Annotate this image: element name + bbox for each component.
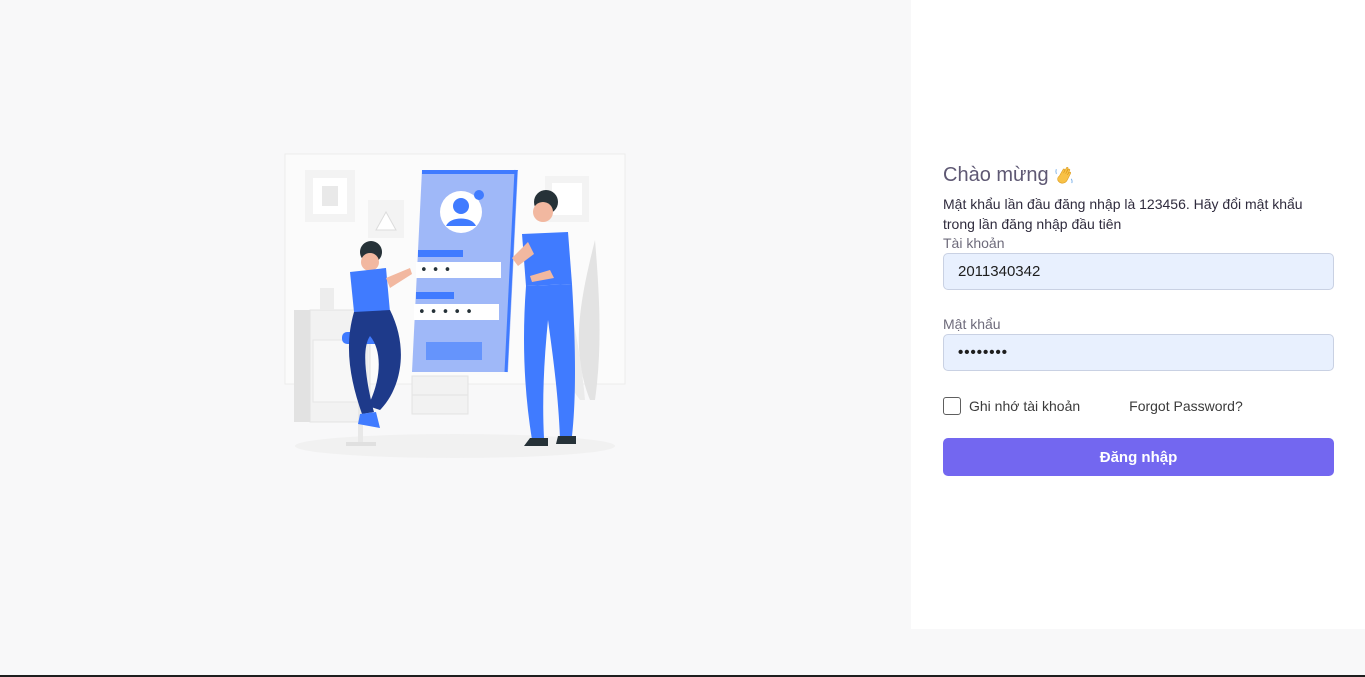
account-value: 2011340342 [958, 263, 1041, 280]
remember-checkbox[interactable] [943, 397, 961, 415]
password-label: Mật khẩu [943, 316, 1001, 332]
forgot-password-link[interactable]: Forgot Password? [1129, 398, 1243, 414]
login-form: Chào mừng Mật khẩu lần đầu đăng nhập là … [943, 162, 1334, 476]
illustration-pane: • • • • • • • • [0, 0, 911, 677]
password-value: •••••••• [958, 344, 1009, 361]
password-input[interactable]: •••••••• [943, 334, 1334, 371]
account-input[interactable]: 2011340342 [943, 253, 1334, 290]
login-button[interactable]: Đăng nhập [943, 438, 1334, 476]
login-panel: Chào mừng Mật khẩu lần đầu đăng nhập là … [911, 0, 1365, 629]
password-dots: • • • • • [418, 305, 473, 320]
remember-label[interactable]: Ghi nhớ tài khoản [969, 398, 1080, 414]
welcome-title: Chào mừng [943, 163, 1049, 186]
pin-dots: • • • [420, 263, 451, 278]
login-options: Ghi nhớ tài khoản Forgot Password? [943, 396, 1334, 416]
account-label: Tài khoản [943, 235, 1005, 251]
login-page: • • • • • • • • Chào mừng Mật khẩu lần đ… [0, 0, 1365, 677]
login-illustration: • • • • • • • • [284, 153, 626, 458]
waving-hand-icon [1055, 167, 1073, 184]
welcome-header: Chào mừng [943, 162, 1334, 188]
welcome-subtitle: Mật khẩu lần đầu đăng nhập là 123456. Hã… [943, 196, 1303, 232]
